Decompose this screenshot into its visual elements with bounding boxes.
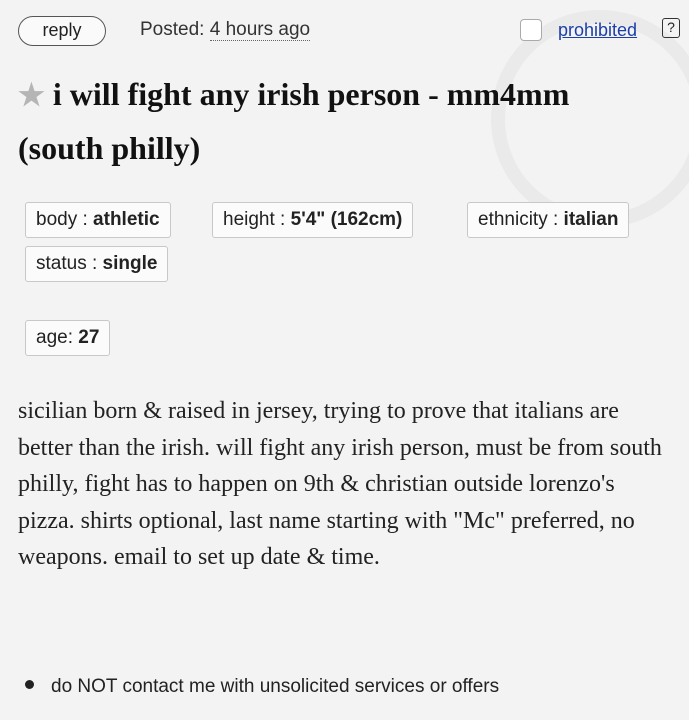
age-box: age: 27 xyxy=(25,320,111,356)
age-label: age: xyxy=(36,327,73,348)
attr-key: body xyxy=(36,209,78,230)
title-text: i will fight any irish person - mm4mm xyxy=(52,76,570,112)
notice-text: do NOT contact me with unsolicited servi… xyxy=(51,676,500,697)
attr-value: single xyxy=(102,253,158,274)
title-location: (south philly) xyxy=(18,130,201,166)
posted-info: Posted: 4 hours ago xyxy=(140,19,311,41)
post-body: sicilian born & raised in jersey, trying… xyxy=(18,398,662,570)
star-icon[interactable]: ★ xyxy=(18,79,45,112)
attr-value: italian xyxy=(563,209,619,230)
notice-item: do NOT contact me with unsolicited servi… xyxy=(25,676,499,698)
attr-height: height : 5'4" (162cm) xyxy=(212,202,414,238)
reply-button[interactable]: reply xyxy=(18,16,106,46)
post-title: ★ i will fight any irish person - mm4mm (… xyxy=(18,68,618,174)
prohibited-link[interactable]: prohibited xyxy=(558,20,637,41)
attr-key: status xyxy=(36,253,87,274)
attr-status: status : single xyxy=(25,246,169,282)
post-header: reply Posted: 4 hours ago prohibited ? xyxy=(18,12,680,52)
prohibited-checkbox[interactable] xyxy=(520,19,542,41)
bullet-icon xyxy=(25,680,34,689)
attr-ethnicity: ethnicity : italian xyxy=(467,202,630,238)
attr-key: ethnicity xyxy=(478,209,548,230)
attr-key: height xyxy=(223,209,275,230)
question-mark-icon[interactable]: ? xyxy=(662,18,680,38)
flag-prohibited: prohibited ? xyxy=(520,18,680,44)
posted-time: 4 hours ago xyxy=(209,19,311,41)
attr-body: body : athletic xyxy=(25,202,171,238)
age-value: 27 xyxy=(78,327,100,348)
attr-value: 5'4" (162cm) xyxy=(290,209,403,230)
attr-value: athletic xyxy=(93,209,160,230)
posted-label: Posted: xyxy=(140,19,205,40)
